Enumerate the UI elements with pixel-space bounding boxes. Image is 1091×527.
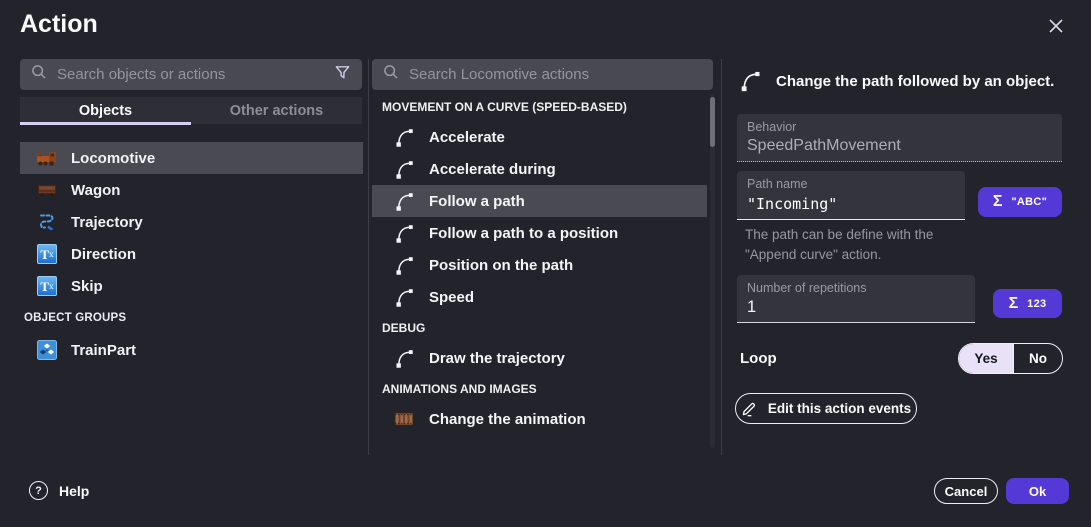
loop-toggle: Yes No bbox=[958, 343, 1063, 374]
action-item-speed[interactable]: Speed bbox=[372, 281, 707, 313]
left-tabs: Objects Other actions bbox=[20, 97, 362, 124]
text-object-icon: Tx bbox=[36, 275, 58, 297]
animation-icon bbox=[393, 408, 415, 430]
filter-icon[interactable] bbox=[333, 63, 352, 87]
action-section-header: DEBUG bbox=[372, 313, 718, 342]
object-item-label: Trajectory bbox=[71, 214, 143, 231]
text-object-icon: Tx bbox=[36, 243, 58, 265]
action-item-label: Accelerate during bbox=[429, 161, 556, 178]
path-name-field: Path name bbox=[737, 171, 965, 220]
repetitions-label: Number of repetitions bbox=[747, 281, 965, 295]
curve-path-icon bbox=[393, 222, 415, 244]
action-item-change-the-animation[interactable]: Change the animation bbox=[372, 403, 707, 435]
cancel-button[interactable]: Cancel bbox=[934, 478, 998, 504]
behavior-label: Behavior bbox=[747, 120, 1052, 134]
object-item-wagon[interactable]: Wagon bbox=[20, 174, 363, 206]
action-section-header: ANIMATIONS AND IMAGES bbox=[372, 374, 718, 403]
action-list: MOVEMENT ON A CURVE (SPEED-BASED) Accele… bbox=[372, 92, 718, 435]
path-name-label: Path name bbox=[747, 177, 955, 191]
object-item-label: Skip bbox=[71, 278, 103, 295]
object-item-trajectory[interactable]: Trajectory bbox=[20, 206, 363, 238]
curve-path-icon bbox=[393, 190, 415, 212]
group-item-trainpart[interactable]: TrainPart bbox=[20, 334, 363, 366]
curve-path-icon bbox=[393, 126, 415, 148]
curve-path-icon bbox=[393, 286, 415, 308]
action-section-header: MOVEMENT ON A CURVE (SPEED-BASED) bbox=[372, 92, 718, 121]
action-item-label: Position on the path bbox=[429, 257, 573, 274]
path-helper-line1: The path can be define with the bbox=[745, 227, 933, 242]
object-group-icon bbox=[36, 339, 58, 361]
pencil-icon bbox=[741, 400, 758, 417]
trajectory-icon bbox=[36, 211, 58, 233]
action-item-draw-the-trajectory[interactable]: Draw the trajectory bbox=[372, 342, 707, 374]
object-item-locomotive[interactable]: Locomotive bbox=[20, 142, 363, 174]
help-button[interactable]: ? Help bbox=[29, 481, 89, 500]
number-expression-button[interactable]: Σ 123 bbox=[993, 289, 1062, 318]
path-helper-line2: "Append curve" action. bbox=[745, 247, 881, 262]
help-icon: ? bbox=[29, 481, 48, 500]
search-icon bbox=[30, 63, 48, 86]
divider bbox=[368, 59, 369, 455]
tab-objects-label: Objects bbox=[79, 103, 132, 119]
action-item-follow-a-path[interactable]: Follow a path bbox=[372, 185, 707, 217]
action-item-label: Follow a path to a position bbox=[429, 225, 618, 242]
object-item-skip[interactable]: Tx Skip bbox=[20, 270, 363, 302]
loop-no-button[interactable]: No bbox=[1013, 344, 1062, 373]
tab-other-actions[interactable]: Other actions bbox=[191, 97, 362, 124]
repetitions-input[interactable] bbox=[747, 298, 965, 317]
action-item-label: Draw the trajectory bbox=[429, 350, 565, 367]
behavior-value: SpeedPathMovement bbox=[747, 137, 1052, 155]
action-item-label: Follow a path bbox=[429, 193, 525, 210]
object-item-label: Locomotive bbox=[71, 150, 155, 167]
tab-other-actions-label: Other actions bbox=[230, 103, 323, 119]
ok-button[interactable]: Ok bbox=[1006, 478, 1069, 504]
scrollbar-thumb[interactable] bbox=[710, 97, 715, 147]
tab-objects[interactable]: Objects bbox=[20, 97, 191, 124]
object-item-direction[interactable]: Tx Direction bbox=[20, 238, 363, 270]
object-list: Locomotive Wagon Trajectory bbox=[20, 142, 363, 366]
close-icon[interactable] bbox=[1042, 12, 1070, 40]
wagon-icon bbox=[36, 179, 58, 201]
action-item-follow-a-path-to-a-position[interactable]: Follow a path to a position bbox=[372, 217, 707, 249]
sigma-icon: Σ bbox=[993, 193, 1003, 211]
object-item-label: Direction bbox=[71, 246, 136, 263]
action-item-position-on-the-path[interactable]: Position on the path bbox=[372, 249, 707, 281]
search-icon bbox=[382, 63, 400, 86]
sigma-icon: Σ bbox=[1009, 295, 1019, 313]
action-item-accelerate-during[interactable]: Accelerate during bbox=[372, 153, 707, 185]
curve-path-icon bbox=[393, 347, 415, 369]
path-name-input[interactable] bbox=[747, 195, 955, 213]
action-item-label: Accelerate bbox=[429, 129, 505, 146]
group-item-label: TrainPart bbox=[71, 342, 136, 359]
curve-path-icon bbox=[393, 158, 415, 180]
edit-action-events-label: Edit this action events bbox=[768, 401, 911, 416]
loop-yes-button[interactable]: Yes bbox=[959, 344, 1013, 373]
loop-label: Loop bbox=[740, 350, 777, 367]
object-item-label: Wagon bbox=[71, 182, 120, 199]
actions-search bbox=[372, 59, 713, 90]
behavior-field: Behavior SpeedPathMovement bbox=[737, 114, 1062, 162]
string-expression-button[interactable]: Σ "ABC" bbox=[978, 187, 1062, 217]
action-item-label: Change the animation bbox=[429, 411, 586, 428]
objects-search-input[interactable] bbox=[57, 66, 324, 83]
action-description: Change the path followed by an object. bbox=[776, 73, 1054, 90]
curve-path-icon bbox=[739, 69, 762, 97]
actions-search-input[interactable] bbox=[409, 66, 703, 83]
objects-search bbox=[20, 59, 362, 90]
repetitions-field: Number of repetitions bbox=[737, 275, 975, 323]
curve-path-icon bbox=[393, 254, 415, 276]
scrollbar-track bbox=[710, 94, 715, 448]
abc-tag: "ABC" bbox=[1011, 196, 1047, 208]
divider bbox=[721, 59, 722, 455]
object-groups-header: OBJECT GROUPS bbox=[20, 302, 363, 334]
help-label: Help bbox=[59, 483, 89, 499]
edit-action-events-button[interactable]: Edit this action events bbox=[735, 393, 917, 424]
action-item-accelerate[interactable]: Accelerate bbox=[372, 121, 707, 153]
123-tag: 123 bbox=[1027, 298, 1046, 310]
action-item-label: Speed bbox=[429, 289, 474, 306]
action-dialog: Action Objects Other actions bbox=[0, 0, 1091, 527]
dialog-title: Action bbox=[20, 10, 98, 39]
locomotive-icon bbox=[36, 147, 58, 169]
